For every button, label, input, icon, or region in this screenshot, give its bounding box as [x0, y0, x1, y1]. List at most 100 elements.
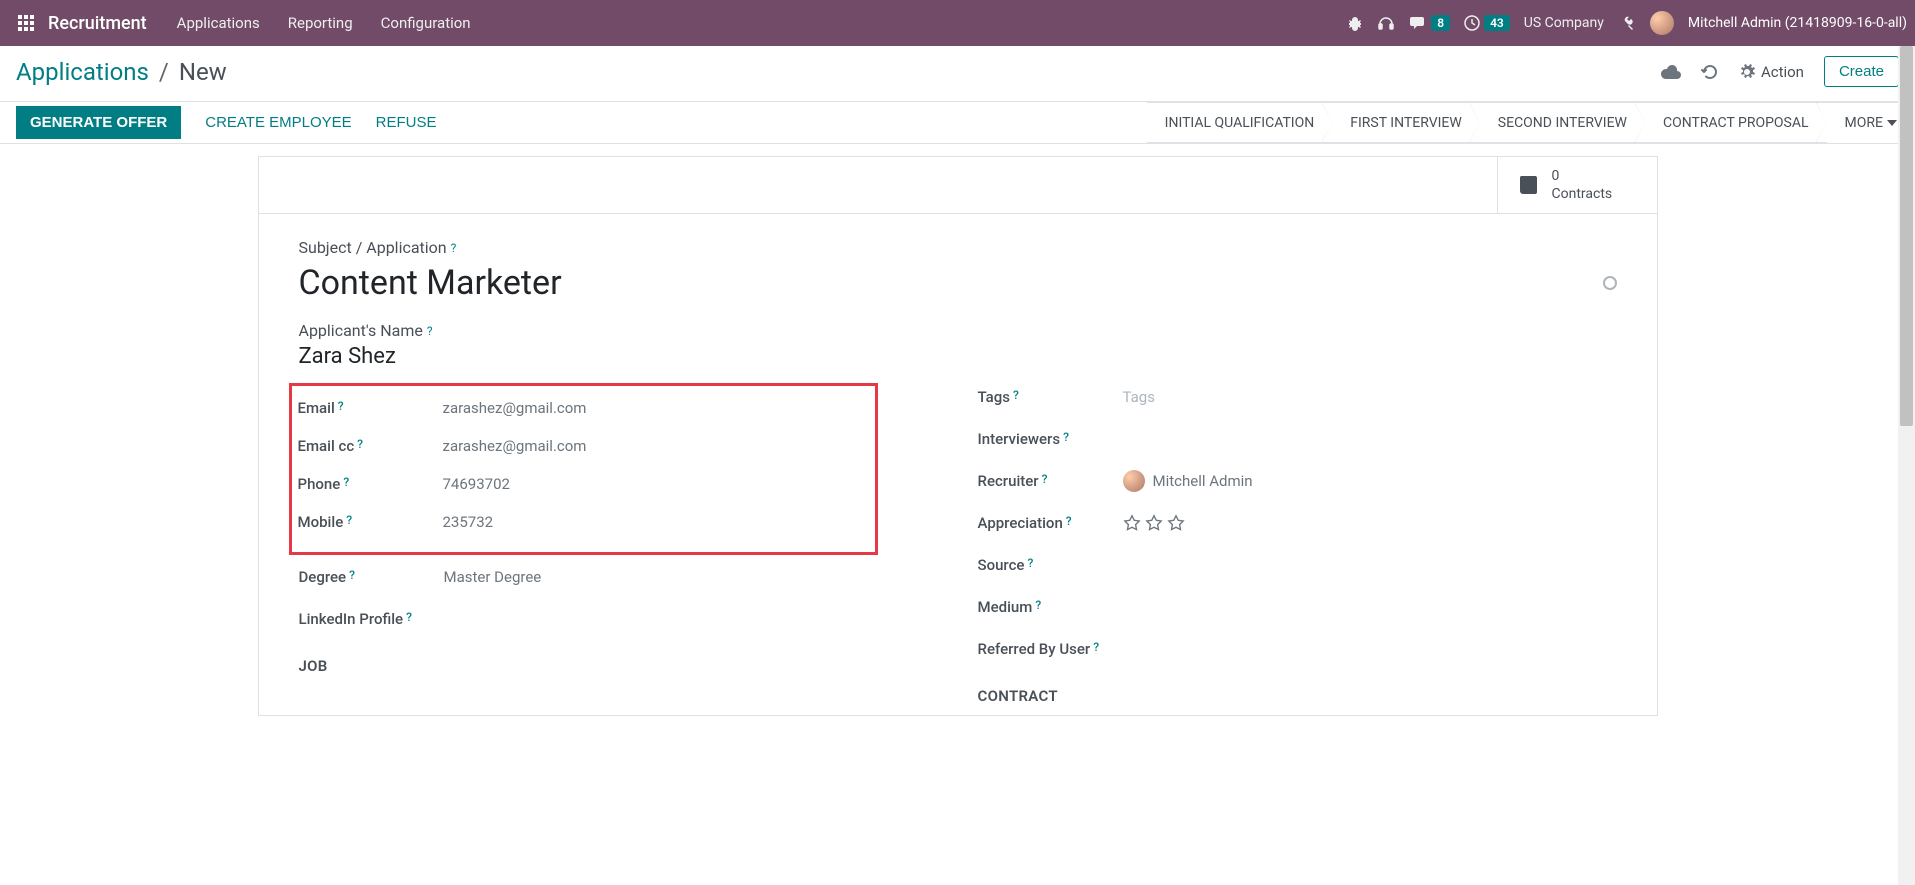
user-avatar[interactable]: [1650, 11, 1674, 35]
user-menu[interactable]: Mitchell Admin (21418909-16-0-all): [1688, 15, 1907, 31]
appreciation-label: Appreciation ?: [978, 514, 1123, 532]
linkedin-row: LinkedIn Profile ?: [299, 605, 938, 633]
nav-configuration[interactable]: Configuration: [367, 14, 485, 32]
referred-label-text: Referred By User: [978, 640, 1091, 658]
degree-label: Degree ?: [299, 568, 444, 586]
mobile-value[interactable]: 235732: [443, 513, 494, 531]
action-label: Action: [1761, 63, 1804, 81]
nav-reporting[interactable]: Reporting: [274, 14, 367, 32]
help-icon[interactable]: ?: [406, 610, 412, 624]
action-dropdown[interactable]: Action: [1739, 63, 1804, 81]
tags-label-text: Tags: [978, 388, 1010, 406]
linkedin-label: LinkedIn Profile ?: [299, 610, 444, 628]
star-icon[interactable]: [1123, 514, 1141, 532]
apps-grid-icon[interactable]: [8, 15, 44, 31]
medium-row: Medium ?: [978, 593, 1617, 621]
actionbar: GENERATE OFFER CREATE EMPLOYEE REFUSE IN…: [0, 102, 1915, 144]
star-icon[interactable]: [1145, 514, 1163, 532]
kanban-state-toggle[interactable]: [1603, 276, 1617, 290]
help-icon[interactable]: ?: [1035, 598, 1041, 612]
star-icon[interactable]: [1167, 514, 1185, 532]
highlighted-contact-box: Email ? zarashez@gmail.com Email cc ? za…: [289, 383, 878, 555]
left-column: Email ? zarashez@gmail.com Email cc ? za…: [299, 383, 938, 705]
help-icon[interactable]: ?: [1013, 388, 1019, 402]
messaging-icon[interactable]: 8: [1409, 15, 1450, 31]
emailcc-value[interactable]: zarashez@gmail.com: [443, 437, 587, 455]
stat-buttons-row: 0 Contracts: [259, 157, 1657, 214]
degree-value[interactable]: Master Degree: [444, 568, 542, 586]
phone-value[interactable]: 74693702: [443, 475, 510, 493]
applicant-name-label: Applicant's Name ?: [299, 321, 1617, 340]
stage-first-interview[interactable]: FIRST INTERVIEW: [1332, 102, 1480, 143]
company-switcher[interactable]: US Company: [1524, 15, 1604, 31]
support-icon[interactable]: [1377, 14, 1395, 32]
help-icon[interactable]: ?: [1027, 556, 1033, 570]
appreciation-label-text: Appreciation: [978, 514, 1063, 532]
help-icon[interactable]: ?: [338, 399, 344, 413]
stage-contract-proposal[interactable]: CONTRACT PROPOSAL: [1645, 102, 1827, 143]
degree-label-text: Degree: [299, 568, 347, 586]
stage-initial-qualification[interactable]: INITIAL QUALIFICATION: [1147, 102, 1333, 143]
referred-label: Referred By User ?: [978, 640, 1148, 658]
linkedin-label-text: LinkedIn Profile: [299, 610, 404, 628]
medium-label-text: Medium: [978, 598, 1033, 616]
tools-icon[interactable]: [1618, 14, 1636, 32]
help-icon[interactable]: ?: [349, 568, 355, 582]
module-brand[interactable]: Recruitment: [44, 13, 163, 34]
breadcrumb-current: New: [179, 58, 227, 86]
interviewers-row: Interviewers ?: [978, 425, 1617, 453]
status-bar: INITIAL QUALIFICATION FIRST INTERVIEW SE…: [1147, 102, 1915, 143]
form-body: Subject / Application ? Content Marketer…: [259, 214, 1657, 715]
stage-second-interview[interactable]: SECOND INTERVIEW: [1480, 102, 1645, 143]
subject-label: Subject / Application ?: [299, 238, 1617, 257]
debug-icon[interactable]: [1347, 15, 1363, 31]
book-icon: [1516, 172, 1542, 198]
emailcc-row: Email cc ? zarashez@gmail.com: [298, 432, 869, 460]
subheader-actions: Action Create: [1661, 56, 1899, 87]
medium-label: Medium ?: [978, 598, 1123, 616]
gear-icon: [1739, 64, 1755, 80]
create-employee-button[interactable]: CREATE EMPLOYEE: [205, 114, 351, 131]
actionbar-left: GENERATE OFFER CREATE EMPLOYEE REFUSE: [0, 102, 437, 143]
create-button[interactable]: Create: [1824, 56, 1899, 87]
refuse-button[interactable]: REFUSE: [376, 114, 437, 131]
applicant-name-value[interactable]: Zara Shez: [299, 344, 1617, 369]
recruiter-value[interactable]: Mitchell Admin: [1123, 470, 1253, 492]
email-row: Email ? zarashez@gmail.com: [298, 394, 869, 422]
subject-label-text: Subject / Application: [299, 238, 447, 257]
subject-value[interactable]: Content Marketer: [299, 263, 562, 303]
vertical-scrollbar[interactable]: [1898, 46, 1915, 885]
activities-icon[interactable]: 43: [1464, 15, 1510, 31]
breadcrumb-separator: /: [159, 58, 169, 86]
tags-row: Tags ? Tags: [978, 383, 1617, 411]
recruiter-label-text: Recruiter: [978, 472, 1039, 490]
help-icon[interactable]: ?: [1042, 472, 1048, 486]
appreciation-stars: [1123, 514, 1185, 532]
generate-offer-button[interactable]: GENERATE OFFER: [16, 106, 181, 139]
recruiter-name: Mitchell Admin: [1153, 472, 1253, 490]
email-label: Email ?: [298, 399, 443, 417]
mobile-label-text: Mobile: [298, 513, 344, 531]
contracts-count: 0: [1552, 167, 1613, 185]
help-icon[interactable]: ?: [1066, 514, 1072, 528]
help-icon[interactable]: ?: [1063, 430, 1069, 444]
cloud-upload-icon[interactable]: [1661, 64, 1681, 80]
tags-input[interactable]: Tags: [1123, 388, 1155, 406]
breadcrumb-root[interactable]: Applications: [16, 58, 149, 86]
scrollbar-thumb[interactable]: [1900, 46, 1913, 426]
nav-applications[interactable]: Applications: [163, 14, 274, 32]
subject-value-row: Content Marketer: [299, 263, 1617, 303]
topbar-right: 8 43 US Company Mitchell Admin (21418909…: [1347, 11, 1907, 35]
email-value[interactable]: zarashez@gmail.com: [443, 399, 587, 417]
contracts-stat-button[interactable]: 0 Contracts: [1497, 157, 1657, 213]
help-icon[interactable]: ?: [1093, 640, 1099, 654]
applicant-name-label-text: Applicant's Name: [299, 321, 423, 340]
help-icon[interactable]: ?: [357, 437, 363, 451]
help-icon[interactable]: ?: [427, 324, 433, 338]
help-icon[interactable]: ?: [451, 241, 457, 255]
interviewers-label: Interviewers ?: [978, 430, 1123, 448]
discard-icon[interactable]: [1701, 63, 1719, 81]
help-icon[interactable]: ?: [346, 513, 352, 527]
section-contract: CONTRACT: [978, 687, 1617, 705]
help-icon[interactable]: ?: [343, 475, 349, 489]
